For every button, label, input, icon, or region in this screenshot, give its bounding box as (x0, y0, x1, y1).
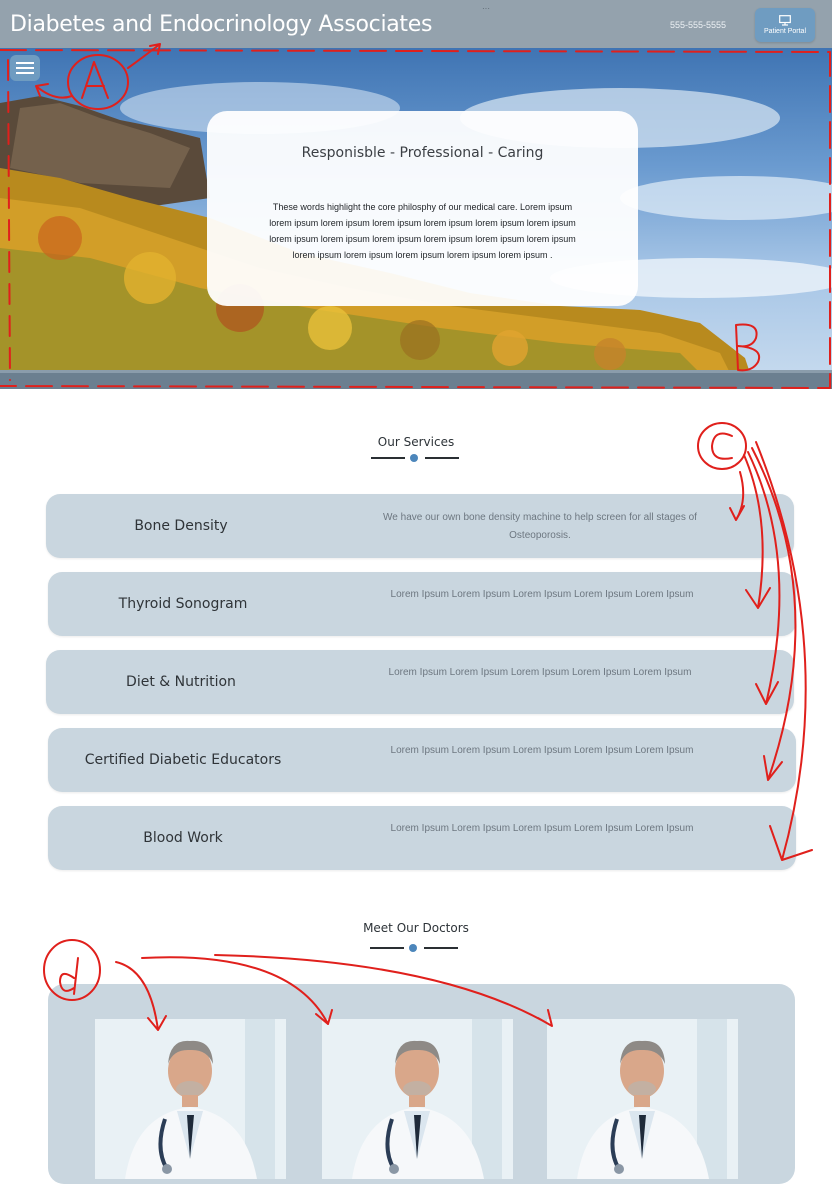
hero-body: These words highlight the core philosphy… (269, 202, 576, 260)
hamburger-menu-button[interactable] (10, 55, 40, 81)
doctor-photo[interactable] (95, 1019, 286, 1179)
service-card-thyroid-sonogram[interactable]: Thyroid Sonogram Lorem Ipsum Lorem Ipsum… (48, 572, 796, 636)
site-title[interactable]: Diabetes and Endocrinology Associates (10, 12, 432, 37)
service-name: Certified Diabetic Educators (84, 752, 282, 768)
doctors-title: Meet Our Doctors (363, 921, 469, 935)
service-card-diet-nutrition[interactable]: Diet & Nutrition Lorem Ipsum Lorem Ipsum… (46, 650, 794, 714)
hero-heading: Responisble - Professional - Caring (301, 145, 544, 161)
service-description: We have our own bone density machine to … (383, 512, 697, 541)
service-card-blood-work[interactable]: Blood Work Lorem Ipsum Lorem Ipsum Lorem… (48, 806, 796, 870)
doctors-divider (370, 942, 460, 954)
service-description: Lorem Ipsum Lorem Ipsum Lorem Ipsum Lore… (388, 667, 692, 678)
doctor-photo[interactable] (547, 1019, 738, 1179)
doctors-panel (48, 984, 795, 1184)
patient-portal-label: Patient Portal (763, 28, 807, 35)
service-card-certified-diabetic-educators[interactable]: Certified Diabetic Educators Lorem Ipsum… (48, 728, 796, 792)
service-description: Lorem Ipsum Lorem Ipsum Lorem Ipsum Lore… (390, 589, 694, 600)
doctor-photo[interactable] (322, 1019, 513, 1179)
service-card-bone-density[interactable]: Bone Density We have our own bone densit… (46, 494, 794, 558)
service-name: Thyroid Sonogram (118, 596, 248, 612)
service-description: Lorem Ipsum Lorem Ipsum Lorem Ipsum Lore… (390, 823, 694, 834)
ellipsis-icon: ··· (482, 4, 490, 13)
hero-card: Responisble - Professional - Caring Thes… (207, 111, 638, 306)
service-name: Blood Work (143, 830, 223, 846)
services-divider (371, 452, 461, 464)
service-name: Bone Density (134, 518, 228, 534)
service-name: Diet & Nutrition (126, 674, 236, 690)
patient-portal-button[interactable]: Patient Portal (755, 8, 815, 42)
hero-banner: Responisble - Professional - Caring Thes… (0, 48, 832, 389)
service-description: Lorem Ipsum Lorem Ipsum Lorem Ipsum Lore… (390, 745, 694, 756)
site-header: Diabetes and Endocrinology Associates ··… (0, 0, 832, 48)
services-title: Our Services (377, 435, 455, 449)
phone-number[interactable]: 555-555-5555 (670, 20, 726, 30)
